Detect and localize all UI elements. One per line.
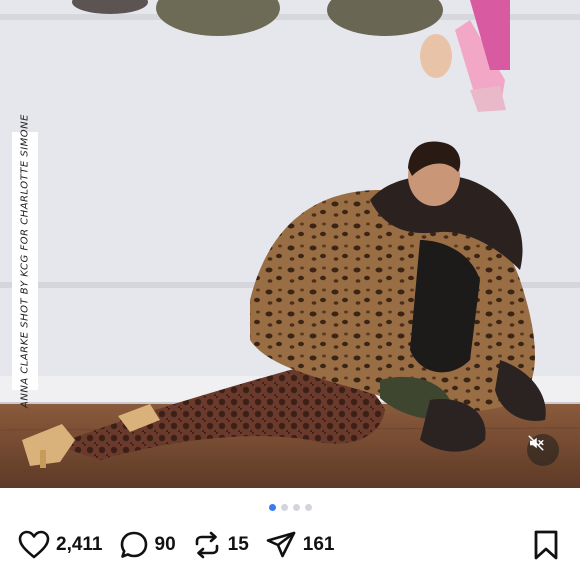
carousel-indicator xyxy=(0,504,580,511)
mute-button[interactable] xyxy=(527,434,559,466)
share-count: 161 xyxy=(302,534,335,555)
heart-icon xyxy=(18,530,50,559)
carousel-dot xyxy=(304,504,312,511)
like-button[interactable]: 2,411 xyxy=(18,530,103,560)
photo-illustration xyxy=(0,0,580,488)
like-count: 2,411 xyxy=(56,534,103,555)
carousel-dot xyxy=(292,504,300,511)
send-icon xyxy=(266,531,296,558)
repost-button[interactable]: 15 xyxy=(192,530,249,560)
repost-arrows-icon xyxy=(195,531,218,559)
bookmark-icon xyxy=(534,530,558,560)
comment-button[interactable]: 90 xyxy=(119,530,176,560)
share-button[interactable]: 161 xyxy=(265,530,335,560)
comment-bubble-icon xyxy=(120,531,147,558)
bookmark-button[interactable] xyxy=(532,529,560,566)
photo-caption-text: ANNA CLARKE SHOT BY KCG FOR CHARLOTTE SI… xyxy=(19,114,31,408)
repost-count: 15 xyxy=(227,534,249,555)
photo-caption: ANNA CLARKE SHOT BY KCG FOR CHARLOTTE SI… xyxy=(12,114,38,408)
post-actions-bar: 2,411 90 15 161 xyxy=(18,528,350,562)
carousel-dot-active xyxy=(268,504,276,511)
post-photo[interactable]: ANNA CLARKE SHOT BY KCG FOR CHARLOTTE SI… xyxy=(0,0,580,488)
muted-speaker-icon xyxy=(528,435,544,451)
carousel-dot xyxy=(280,504,288,511)
comment-count: 90 xyxy=(154,534,176,555)
